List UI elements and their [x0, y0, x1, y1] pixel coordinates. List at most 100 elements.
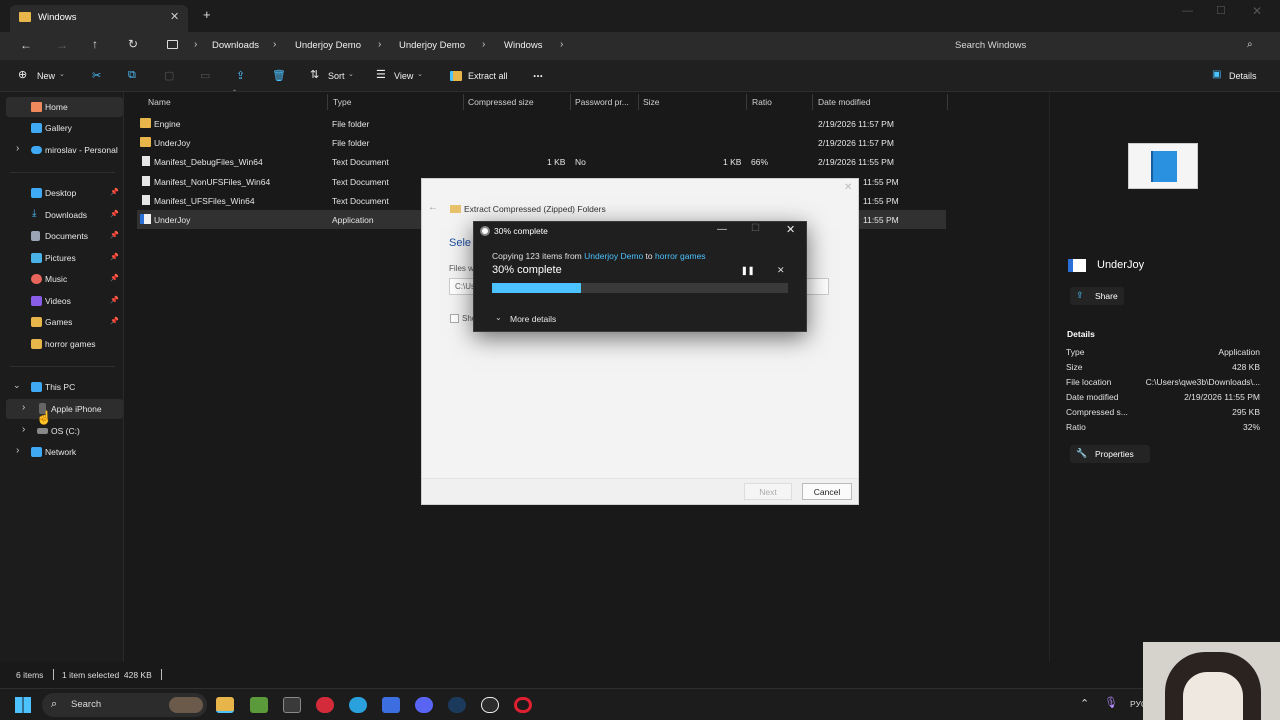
steam-icon[interactable]	[448, 697, 466, 713]
close-icon[interactable]: ✕	[786, 223, 795, 236]
chatgpt-icon[interactable]	[481, 697, 499, 713]
cut-icon[interactable]: ✂	[92, 69, 101, 82]
delete-icon[interactable]: 🗑	[272, 69, 286, 82]
crumb-underjoy-demo[interactable]: Underjoy Demo	[295, 40, 361, 51]
table-row[interactable]: Manifest_DebugFiles_Win64 Text Document …	[137, 152, 946, 171]
column-password[interactable]: Password pr...	[575, 97, 629, 107]
taskbar-search[interactable]: ⌕ Search	[42, 693, 207, 717]
forward-icon[interactable]: →	[56, 38, 68, 52]
minimize-icon[interactable]: —	[717, 224, 727, 235]
chevron-right-icon[interactable]: ›	[16, 143, 19, 154]
discord-icon[interactable]	[415, 697, 433, 713]
pin-icon[interactable]: 📌	[110, 231, 119, 239]
pin-icon[interactable]: 📌	[110, 317, 119, 325]
close-tab-icon[interactable]: ✕	[170, 10, 179, 23]
chevron-right-icon[interactable]: ›	[22, 402, 25, 413]
source-link[interactable]: Underjoy Demo	[584, 251, 643, 261]
column-divider[interactable]	[746, 94, 747, 110]
pause-icon[interactable]: ❚❚	[741, 266, 754, 275]
sidebar-item-pictures[interactable]: Pictures 📌	[6, 248, 123, 268]
minimize-icon[interactable]: —	[1182, 5, 1193, 17]
pin-icon[interactable]: 📌	[110, 210, 119, 218]
column-ratio[interactable]: Ratio	[752, 97, 772, 107]
sidebar-item-music[interactable]: Music 📌	[6, 269, 123, 289]
column-divider[interactable]	[463, 94, 464, 110]
share-button[interactable]: ⇪ Share	[1070, 287, 1124, 305]
pc-icon[interactable]	[167, 40, 178, 49]
sidebar-item-games[interactable]: Games 📌	[6, 312, 123, 332]
destination-link[interactable]: horror games	[655, 251, 706, 261]
back-icon[interactable]: ←	[428, 202, 438, 213]
share-icon[interactable]: ⇪	[236, 69, 245, 82]
refresh-icon[interactable]: ↻	[128, 37, 138, 51]
chevron-right-icon[interactable]: ›	[560, 39, 563, 50]
sidebar-item-onedrive[interactable]: › miroslav - Personal	[6, 140, 123, 160]
back-icon[interactable]: ←	[20, 38, 32, 52]
chevron-right-icon[interactable]: ›	[16, 445, 19, 456]
pin-icon[interactable]: 📌	[110, 274, 119, 282]
opera-icon[interactable]	[514, 697, 532, 713]
more-options-icon[interactable]: ...	[533, 66, 543, 80]
chevron-up-icon[interactable]: ⌃	[1080, 697, 1089, 710]
copy-icon[interactable]: ⧉	[128, 69, 136, 82]
column-date-modified[interactable]: Date modified	[818, 97, 870, 107]
red-app-icon[interactable]	[316, 697, 334, 713]
sidebar-item-horror-games[interactable]: horror games	[6, 334, 123, 354]
column-divider[interactable]	[327, 94, 328, 110]
start-icon[interactable]	[15, 697, 31, 713]
crumb-windows[interactable]: Windows	[504, 40, 543, 51]
sidebar-item-this-pc[interactable]: ⌄ This PC	[6, 377, 123, 397]
show-files-checkbox[interactable]	[450, 314, 459, 323]
details-button[interactable]: Details	[1229, 71, 1257, 81]
more-details-button[interactable]: More details	[510, 314, 556, 324]
crumb-underjoy-demo-2[interactable]: Underjoy Demo	[399, 40, 465, 51]
dialog-close-icon[interactable]: ✕	[844, 182, 852, 193]
search-input[interactable]: Search Windows ⌕	[942, 34, 1268, 58]
column-divider[interactable]	[638, 94, 639, 110]
crumb-downloads[interactable]: Downloads	[212, 40, 259, 51]
properties-button[interactable]: 🔧 Properties	[1070, 445, 1150, 463]
column-compressed-size[interactable]: Compressed size	[468, 97, 534, 107]
table-row[interactable]: Engine File folder 2/19/2026 11:57 PM	[137, 114, 946, 133]
sidebar-item-desktop[interactable]: Desktop 📌	[6, 183, 123, 203]
view-button[interactable]: View	[394, 71, 413, 81]
close-icon[interactable]: ✕	[1252, 4, 1262, 18]
cancel-button[interactable]: Cancel	[802, 483, 852, 500]
cancel-copy-icon[interactable]: ✕	[777, 265, 785, 276]
maximize-icon[interactable]: ☐	[1216, 4, 1226, 17]
pin-icon[interactable]: 📌	[110, 296, 119, 304]
rename-icon[interactable]: ▭	[200, 69, 210, 82]
column-divider[interactable]	[812, 94, 813, 110]
column-size[interactable]: Size	[643, 97, 660, 107]
tab-windows[interactable]: Windows ✕	[10, 5, 188, 32]
column-type[interactable]: Type	[333, 97, 351, 107]
minecraft-icon[interactable]	[250, 697, 268, 713]
next-button[interactable]: Next	[744, 483, 792, 500]
blue-app-icon[interactable]	[382, 697, 400, 713]
telegram-icon[interactable]	[349, 697, 367, 713]
sidebar-item-videos[interactable]: Videos 📌	[6, 291, 123, 311]
pin-icon[interactable]: 📌	[110, 253, 119, 261]
file-explorer-icon[interactable]	[216, 697, 234, 713]
table-row[interactable]: UnderJoy File folder 2/19/2026 11:57 PM	[137, 133, 946, 152]
sidebar-item-apple-iphone[interactable]: › Apple iPhone	[6, 399, 123, 419]
paste-icon[interactable]: ▢	[164, 69, 174, 82]
microphone-icon[interactable]: 🎙	[1104, 696, 1118, 709]
column-name[interactable]: Name	[148, 97, 171, 107]
column-divider[interactable]	[570, 94, 571, 110]
pin-icon[interactable]: 📌	[110, 188, 119, 196]
new-tab-icon[interactable]: +	[203, 7, 211, 22]
sidebar-item-network[interactable]: › Network	[6, 442, 123, 462]
extract-all-button[interactable]: Extract all	[468, 71, 508, 81]
sidebar-item-downloads[interactable]: ⤓ Downloads 📌	[6, 205, 123, 225]
sidebar-item-os-c[interactable]: › OS (C:)	[6, 421, 123, 441]
up-icon[interactable]: ↑	[92, 37, 98, 51]
sidebar-item-gallery[interactable]: Gallery	[6, 118, 123, 138]
chevron-right-icon[interactable]: ›	[22, 424, 25, 435]
sidebar-item-home[interactable]: Home	[6, 97, 123, 117]
sidebar-item-documents[interactable]: Documents 📌	[6, 226, 123, 246]
chevron-down-icon[interactable]: ⌄	[13, 380, 21, 391]
sort-button[interactable]: Sort	[328, 71, 345, 81]
new-button[interactable]: New	[37, 71, 55, 81]
chevron-down-icon[interactable]: ⌄	[495, 313, 502, 322]
